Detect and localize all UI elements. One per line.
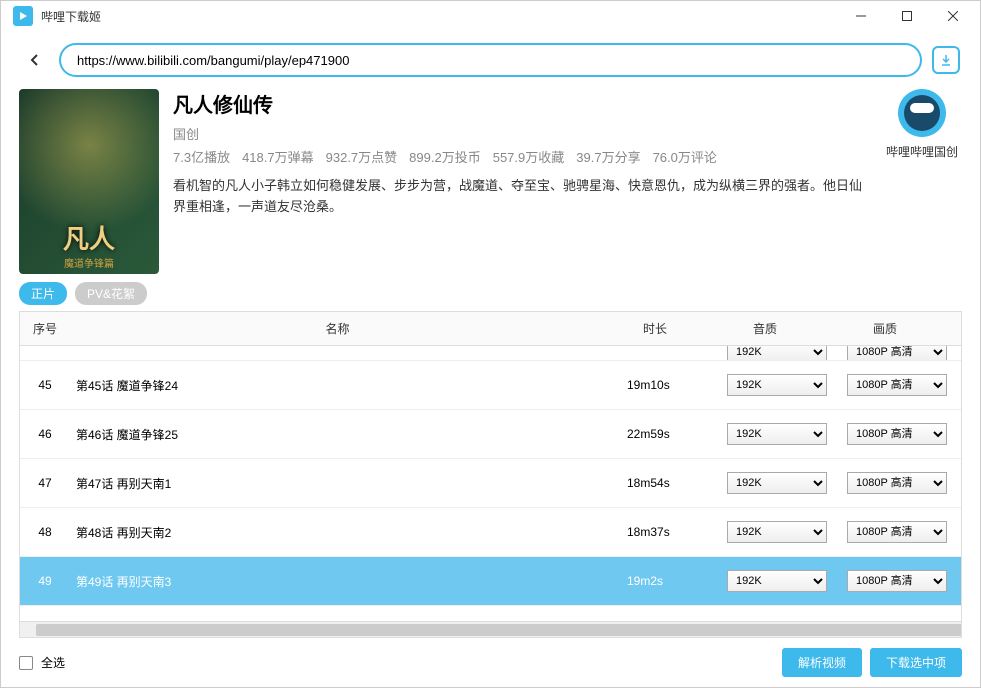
close-button[interactable] xyxy=(930,1,976,31)
cover-title: 凡人 xyxy=(19,219,159,256)
video-category: 国创 xyxy=(173,124,868,143)
cell-duration: 18m37s xyxy=(621,513,721,551)
th-index[interactable]: 序号 xyxy=(20,312,70,345)
audio-select[interactable]: 192K xyxy=(727,374,827,396)
stat-plays: 7.3亿播放 xyxy=(173,150,230,165)
table-row[interactable]: 46 第46话 魔道争锋25 22m59s 192K 1080P 高清 xyxy=(20,410,961,459)
cell-index: 48 xyxy=(20,513,70,551)
uploader-avatar[interactable] xyxy=(898,89,946,137)
footer: 全选 解析视频 下载选中项 xyxy=(1,638,980,687)
tab-main[interactable]: 正片 xyxy=(19,282,67,305)
video-cover: 凡人 魔道争锋篇 xyxy=(19,89,159,274)
cell-name: 第47话 再别天南1 xyxy=(70,463,621,504)
cell-index: 46 xyxy=(20,415,70,453)
app-title: 哔哩下载姬 xyxy=(41,8,838,25)
download-button[interactable] xyxy=(932,46,960,74)
stat-shares: 39.7万分享 xyxy=(576,150,640,165)
cover-subtitle: 魔道争锋篇 xyxy=(19,255,159,270)
cell-name: 第46话 魔道争锋25 xyxy=(70,414,621,455)
horizontal-scrollbar[interactable] xyxy=(20,621,961,637)
audio-select[interactable]: 192K xyxy=(727,521,827,543)
table-body[interactable]: 192K 1080P 高清 45 第45话 魔道争锋24 19m10s 192K … xyxy=(20,346,961,621)
video-description: 看机智的凡人小子韩立如何稳健发展、步步为营，战魔道、夺至宝、驰骋星海、快意恩仇，… xyxy=(173,176,868,218)
audio-select[interactable]: 192K xyxy=(727,423,827,445)
minimize-button[interactable] xyxy=(838,1,884,31)
select-all-checkbox[interactable] xyxy=(19,656,33,670)
stat-favs: 557.9万收藏 xyxy=(493,150,565,165)
app-icon xyxy=(13,6,33,26)
stat-danmaku: 418.7万弹幕 xyxy=(242,150,314,165)
table-row[interactable]: 47 第47话 再别天南1 18m54s 192K 1080P 高清 xyxy=(20,459,961,508)
back-button[interactable] xyxy=(21,46,49,74)
video-select[interactable]: 1080P 高清 xyxy=(847,521,947,543)
video-info: 凡人 魔道争锋篇 凡人修仙传 国创 7.3亿播放 418.7万弹幕 932.7万点赞… xyxy=(19,89,962,274)
cell-duration: 18m54s xyxy=(621,464,721,502)
cell-index: 45 xyxy=(20,366,70,404)
cell-index: 47 xyxy=(20,464,70,502)
audio-select[interactable]: 192K xyxy=(727,570,827,592)
cell-name: 第49话 再别天南3 xyxy=(70,561,621,602)
parse-button[interactable]: 解析视频 xyxy=(782,648,862,677)
video-select[interactable]: 1080P 高清 xyxy=(847,423,947,445)
uploader-name: 哔哩哔哩国创 xyxy=(882,143,962,160)
th-audio[interactable]: 音质 xyxy=(705,312,825,345)
cell-duration: 19m10s xyxy=(621,366,721,404)
video-title: 凡人修仙传 xyxy=(173,89,868,118)
cell-duration: 22m59s xyxy=(621,415,721,453)
cell-index: 49 xyxy=(20,562,70,600)
stat-comments: 76.0万评论 xyxy=(653,150,717,165)
url-input[interactable] xyxy=(59,43,922,77)
table-row[interactable]: 49 第49话 再别天南3 19m2s 192K 1080P 高清 xyxy=(20,557,961,606)
uploader-block: 哔哩哔哩国创 xyxy=(882,89,962,274)
url-bar xyxy=(1,31,980,89)
video-select[interactable]: 1080P 高清 xyxy=(847,374,947,396)
table-row[interactable]: 192K 1080P 高清 xyxy=(20,346,961,361)
stat-likes: 932.7万点赞 xyxy=(326,150,398,165)
audio-select[interactable]: 192K xyxy=(727,472,827,494)
video-select[interactable]: 1080P 高清 xyxy=(847,472,947,494)
th-name[interactable]: 名称 xyxy=(70,312,605,345)
select-all-label: 全选 xyxy=(41,654,774,671)
stat-coins: 899.2万投币 xyxy=(409,150,481,165)
audio-select[interactable]: 192K xyxy=(727,346,827,361)
th-duration[interactable]: 时长 xyxy=(605,312,705,345)
tab-pv[interactable]: PV&花絮 xyxy=(75,282,147,305)
video-select[interactable]: 1080P 高清 xyxy=(847,570,947,592)
th-video[interactable]: 画质 xyxy=(825,312,945,345)
table-row[interactable]: 45 第45话 魔道争锋24 19m10s 192K 1080P 高清 xyxy=(20,361,961,410)
episode-table: 序号 名称 时长 音质 画质 192K 1080P 高清 45 第45话 魔道争锋… xyxy=(19,311,962,638)
table-header: 序号 名称 时长 音质 画质 xyxy=(20,312,961,346)
titlebar: 哔哩下载姬 xyxy=(1,1,980,31)
cell-duration: 19m2s xyxy=(621,562,721,600)
cell-name: 第45话 魔道争锋24 xyxy=(70,365,621,406)
video-stats: 7.3亿播放 418.7万弹幕 932.7万点赞 899.2万投币 557.9万收藏 39… xyxy=(173,147,868,166)
maximize-button[interactable] xyxy=(884,1,930,31)
table-row[interactable]: 48 第48话 再别天南2 18m37s 192K 1080P 高清 xyxy=(20,508,961,557)
download-selected-button[interactable]: 下载选中项 xyxy=(870,648,962,677)
tabs: 正片 PV&花絮 xyxy=(19,282,962,305)
cell-name: 第48话 再别天南2 xyxy=(70,512,621,553)
video-select[interactable]: 1080P 高清 xyxy=(847,346,947,361)
